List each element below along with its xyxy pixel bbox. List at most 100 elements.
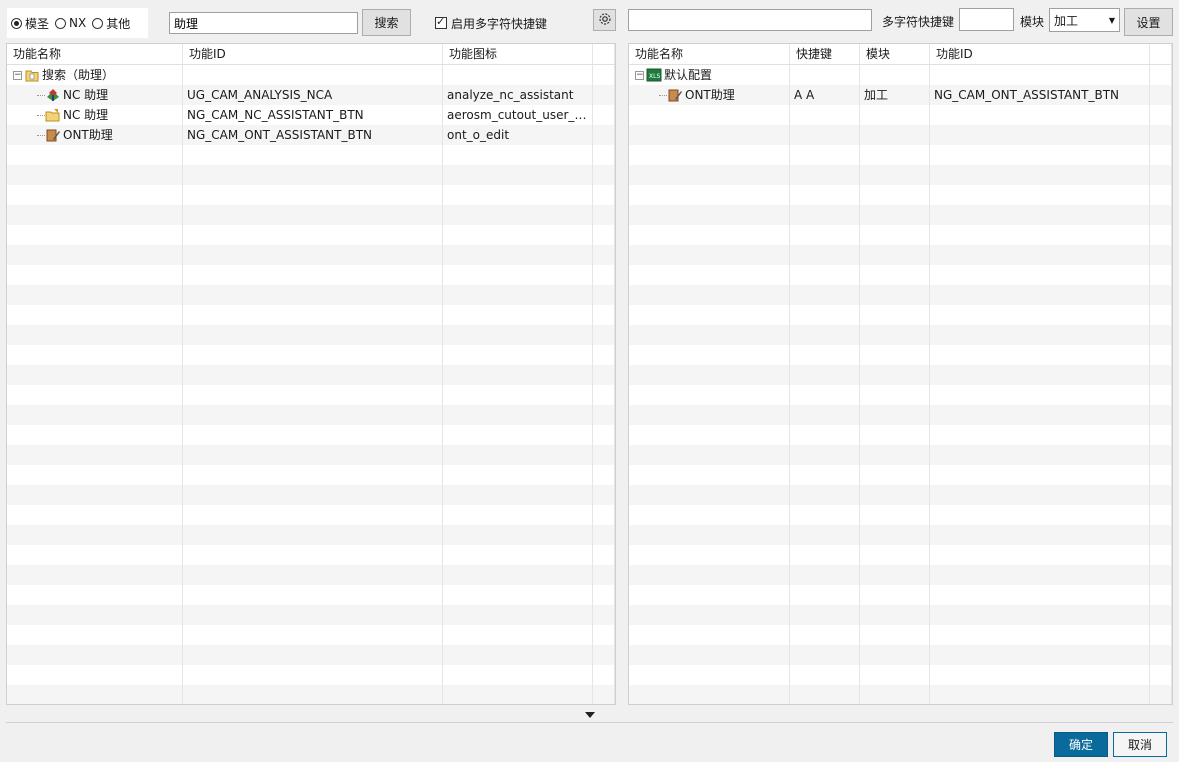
dropdown-arrow-icon: ▼ bbox=[1108, 15, 1115, 25]
header-function-id[interactable]: 功能ID bbox=[183, 44, 443, 64]
empty-row bbox=[629, 425, 1172, 445]
header-function-name[interactable]: 功能名称 bbox=[629, 44, 790, 64]
empty-row bbox=[7, 585, 615, 605]
multi-char-shortcut-input[interactable] bbox=[959, 8, 1014, 31]
empty-row bbox=[629, 485, 1172, 505]
empty-row bbox=[629, 545, 1172, 565]
empty-row bbox=[629, 365, 1172, 385]
svg-text:XLS: XLS bbox=[649, 73, 660, 80]
multi-char-label: 多字符快捷键 bbox=[882, 15, 955, 29]
empty-row bbox=[7, 345, 615, 365]
empty-row bbox=[7, 205, 615, 225]
shortcut-config-table: 功能名称 快捷键 模块 功能ID − XLS 默认配置 ONT助理 A A 加工… bbox=[628, 43, 1173, 705]
empty-row bbox=[629, 105, 1172, 125]
header-function-icon[interactable]: 功能图标 bbox=[443, 44, 593, 64]
ont-edit-icon bbox=[45, 127, 61, 143]
empty-row bbox=[7, 665, 615, 685]
empty-row bbox=[7, 485, 615, 505]
table-row[interactable]: NC 助理 NG_CAM_NC_ASSISTANT_BTN aerosm_cut… bbox=[7, 105, 615, 125]
empty-row bbox=[629, 405, 1172, 425]
radio-dot-icon bbox=[55, 17, 67, 29]
empty-row bbox=[7, 365, 615, 385]
empty-row bbox=[629, 605, 1172, 625]
empty-row bbox=[629, 325, 1172, 345]
empty-row bbox=[629, 165, 1172, 185]
tree-root-row[interactable]: − 搜索（助理） bbox=[7, 65, 615, 85]
search-input[interactable] bbox=[169, 12, 358, 34]
empty-row bbox=[629, 565, 1172, 585]
empty-row bbox=[629, 245, 1172, 265]
empty-row bbox=[7, 285, 615, 305]
table-row[interactable]: ONT助理 NG_CAM_ONT_ASSISTANT_BTN ont_o_edi… bbox=[7, 125, 615, 145]
collapse-icon[interactable]: − bbox=[13, 70, 22, 80]
empty-row bbox=[7, 265, 615, 285]
table-row[interactable]: NC 助理 UG_CAM_ANALYSIS_NCA analyze_nc_ass… bbox=[7, 85, 615, 105]
module-select[interactable]: 加工 ▼ bbox=[1049, 8, 1120, 32]
checkbox-checked-icon bbox=[435, 15, 447, 29]
collapse-icon[interactable]: − bbox=[635, 70, 644, 80]
gear-icon bbox=[598, 12, 612, 29]
expand-down-arrow-icon[interactable] bbox=[584, 710, 596, 720]
radio-dot-icon bbox=[92, 17, 104, 29]
empty-row bbox=[629, 185, 1172, 205]
search-button[interactable]: 搜索 bbox=[362, 9, 411, 36]
empty-row bbox=[7, 465, 615, 485]
module-label: 模块 bbox=[1020, 15, 1045, 29]
folder-icon bbox=[24, 67, 40, 83]
empty-row bbox=[7, 385, 615, 405]
folder-edit-icon bbox=[45, 107, 61, 123]
empty-row bbox=[7, 545, 615, 565]
empty-row bbox=[7, 445, 615, 465]
radio-mosheng[interactable]: 模圣 bbox=[11, 15, 51, 32]
empty-row bbox=[7, 225, 615, 245]
ok-button[interactable]: 确定 bbox=[1054, 732, 1108, 757]
empty-row bbox=[7, 505, 615, 525]
empty-row bbox=[629, 445, 1172, 465]
cancel-button[interactable]: 取消 bbox=[1113, 732, 1167, 757]
empty-row bbox=[629, 205, 1172, 225]
radio-dot-icon bbox=[11, 17, 22, 29]
ont-edit-icon bbox=[667, 87, 683, 103]
empty-row bbox=[629, 465, 1172, 485]
table-body: − 搜索（助理） NC 助理 UG_CAM_ANALYSIS_NCA analy… bbox=[7, 65, 615, 704]
empty-row bbox=[629, 385, 1172, 405]
radio-other[interactable]: 其他 bbox=[92, 15, 132, 32]
empty-row bbox=[7, 245, 615, 265]
empty-row bbox=[7, 525, 615, 545]
table-body: − XLS 默认配置 ONT助理 A A 加工 NG_CAM_ONT_ASSIS… bbox=[629, 65, 1172, 704]
radio-nx[interactable]: NX bbox=[55, 16, 88, 30]
empty-row bbox=[7, 565, 615, 585]
table-header: 功能名称 功能ID 功能图标 bbox=[7, 44, 615, 65]
header-module[interactable]: 模块 bbox=[860, 44, 930, 64]
empty-row bbox=[629, 665, 1172, 685]
empty-row bbox=[629, 525, 1172, 545]
function-search-table: 功能名称 功能ID 功能图标 − 搜索（助理） NC 助理 UG_CAM_ANA… bbox=[6, 43, 616, 705]
empty-row bbox=[629, 685, 1172, 704]
source-radio-group: 模圣 NX 其他 bbox=[7, 8, 148, 38]
empty-row bbox=[629, 345, 1172, 365]
empty-row bbox=[7, 685, 615, 704]
empty-row bbox=[7, 145, 615, 165]
gear-button[interactable] bbox=[593, 9, 616, 31]
empty-row bbox=[629, 125, 1172, 145]
empty-row bbox=[7, 625, 615, 645]
empty-row bbox=[7, 605, 615, 625]
empty-row bbox=[629, 505, 1172, 525]
multi-char-checkbox[interactable]: 启用多字符快捷键 bbox=[435, 15, 547, 31]
tree-root-row[interactable]: − XLS 默认配置 bbox=[629, 65, 1172, 85]
right-filter-input[interactable] bbox=[628, 9, 872, 31]
header-function-id[interactable]: 功能ID bbox=[930, 44, 1150, 64]
empty-row bbox=[629, 625, 1172, 645]
nc-analysis-icon bbox=[45, 87, 61, 103]
empty-row bbox=[629, 265, 1172, 285]
empty-row bbox=[629, 305, 1172, 325]
empty-row bbox=[7, 325, 615, 345]
empty-row bbox=[629, 145, 1172, 165]
header-function-name[interactable]: 功能名称 bbox=[7, 44, 183, 64]
header-shortcut[interactable]: 快捷键 bbox=[790, 44, 860, 64]
empty-row bbox=[629, 225, 1172, 245]
table-row[interactable]: ONT助理 A A 加工 NG_CAM_ONT_ASSISTANT_BTN bbox=[629, 85, 1172, 105]
settings-button[interactable]: 设置 bbox=[1124, 8, 1173, 36]
empty-row bbox=[7, 405, 615, 425]
empty-row bbox=[629, 645, 1172, 665]
